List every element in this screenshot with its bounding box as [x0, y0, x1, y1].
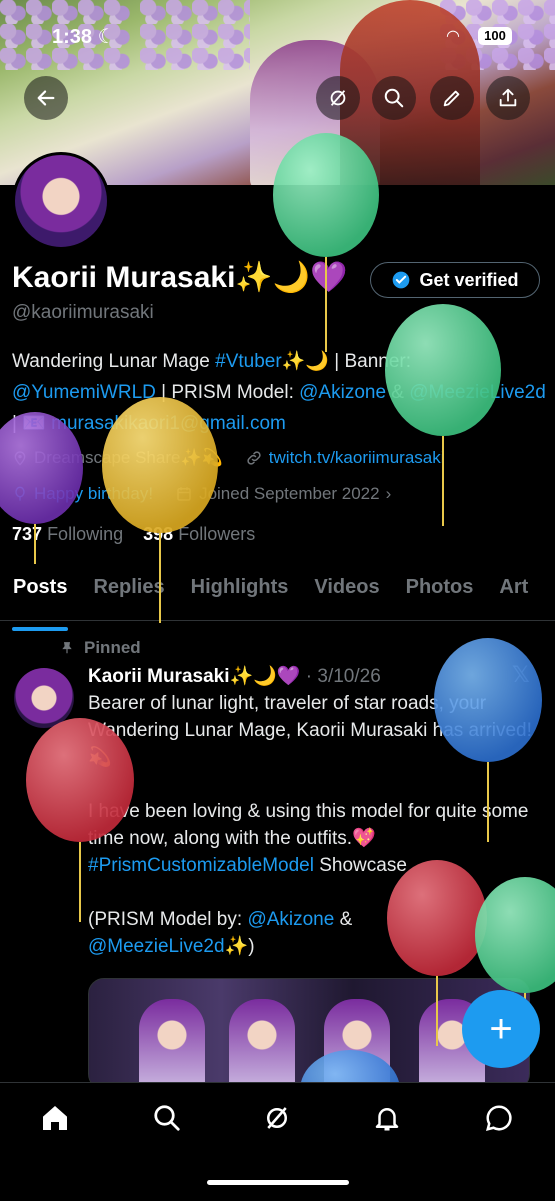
bio-text: | PRISM Model:: [155, 382, 300, 403]
chat-bubble-icon: [485, 1105, 512, 1132]
edit-button[interactable]: [430, 76, 474, 120]
x-logo-icon: 𝕏: [512, 662, 530, 687]
post-text: ✨): [224, 936, 255, 957]
tab-highlights[interactable]: Highlights: [178, 570, 302, 620]
profile-meta-row: Happy birthday! Joined September 2022 ›: [12, 484, 391, 504]
calendar-icon: [177, 487, 191, 501]
post-author-avatar[interactable]: [14, 668, 74, 728]
post-text: Showcase: [313, 855, 407, 876]
post-header: Kaorii Murasaki✨🌙💜 · 3/10/26: [88, 664, 381, 688]
share-button[interactable]: [486, 76, 530, 120]
home-tab[interactable]: [38, 1101, 72, 1135]
home-icon: [43, 1106, 67, 1130]
pin-icon: [62, 642, 72, 654]
balloon-icon: [15, 486, 25, 501]
birthday-text[interactable]: Happy birthday!: [34, 484, 153, 504]
tab-art[interactable]: Art: [486, 570, 541, 620]
profile-bio: Wandering Lunar Mage #Vtuber✨🌙 | Banner:…: [12, 346, 547, 439]
following-link[interactable]: 737 Following: [12, 524, 123, 544]
joined-text: Joined September 2022: [199, 484, 380, 503]
get-verified-button[interactable]: Get verified: [370, 262, 540, 298]
messages-tab[interactable]: [482, 1101, 516, 1135]
tab-photos[interactable]: Photos: [393, 570, 487, 620]
search-tab[interactable]: [150, 1101, 184, 1135]
chevron-right-icon[interactable]: ›: [386, 484, 392, 504]
grok-tab[interactable]: [260, 1101, 294, 1135]
media-character: [139, 999, 205, 1089]
verified-badge-icon: [393, 271, 410, 289]
followers-count: 398: [143, 524, 174, 544]
status-time: 1:38 ☾: [52, 26, 116, 48]
follow-counts: 737 Following 398 Followers: [12, 524, 255, 545]
post-mention-link[interactable]: @Akizone: [247, 909, 334, 930]
post-body[interactable]: Bearer of lunar light, traveler of star …: [88, 690, 538, 960]
media-character: [229, 999, 295, 1089]
bio-mention-link[interactable]: @MeezieLive2d: [409, 382, 546, 403]
post-text: &: [334, 909, 353, 930]
profile-meta-row: Dreamscape Share✨💫 twitch.tv/kaoriimuras…: [12, 448, 445, 468]
pencil-icon: [443, 90, 460, 107]
home-indicator: [207, 1180, 349, 1185]
link-icon: [247, 451, 261, 465]
compose-post-button[interactable]: +: [462, 990, 540, 1068]
post-author-name[interactable]: Kaorii Murasaki✨🌙💜: [88, 666, 300, 687]
bio-text: ✨🌙 | Banner:: [281, 351, 412, 372]
bio-email-link[interactable]: murasakikaori1@gmail.com: [51, 413, 286, 434]
notifications-tab[interactable]: [370, 1101, 404, 1135]
profile-tabs: Posts Replies Highlights Videos Photos A…: [0, 570, 555, 631]
grok-button[interactable]: [316, 76, 360, 120]
website-item[interactable]: twitch.tv/kaoriimurasaki: [245, 448, 445, 468]
following-label: Following: [47, 524, 124, 544]
grok-icon: [267, 1107, 287, 1129]
wisteria-decoration: [140, 0, 250, 70]
bio-text: | 📧: [12, 413, 52, 434]
profile-name: Kaorii Murasaki✨🌙💜: [12, 261, 348, 294]
joined-item: Joined September 2022 ›: [175, 484, 391, 504]
post-hashtag-link[interactable]: #PrismCustomizableModel: [88, 855, 314, 876]
share-icon: [499, 88, 517, 107]
back-button[interactable]: [24, 76, 68, 120]
search-button[interactable]: [372, 76, 416, 120]
followers-link[interactable]: 398 Followers: [143, 524, 255, 544]
post-text: Bearer of lunar light, traveler of star …: [88, 693, 532, 768]
grok-icon: [330, 90, 346, 106]
pinned-text: Pinned: [84, 638, 141, 657]
followers-label: Followers: [178, 524, 256, 544]
bio-hashtag-link[interactable]: #Vtuber: [215, 351, 282, 372]
get-verified-label: Get verified: [419, 269, 519, 290]
tab-posts[interactable]: Posts: [0, 570, 80, 631]
bio-text: Wandering Lunar Mage: [12, 351, 216, 372]
arrow-left-icon: [37, 90, 55, 106]
birthday-item: Happy birthday!: [12, 484, 153, 504]
pinned-label: Pinned: [60, 638, 141, 658]
location-item: Dreamscape Share✨💫: [12, 448, 223, 468]
post-mention-link[interactable]: @MeezieLive2d: [88, 936, 225, 957]
profile-avatar[interactable]: [12, 152, 110, 250]
following-count: 737: [12, 524, 43, 544]
bio-text: &: [386, 382, 410, 403]
wifi-icon: ◠: [446, 28, 460, 45]
media-character: [324, 999, 390, 1089]
bio-mention-link[interactable]: @YumemiWRLD: [12, 382, 156, 403]
bio-mention-link[interactable]: @Akizone: [299, 382, 386, 403]
profile-handle: @kaoriimurasaki: [12, 302, 154, 323]
location-text: Dreamscape Share✨💫: [34, 448, 223, 467]
website-link[interactable]: twitch.tv/kaoriimurasaki: [269, 448, 445, 468]
location-pin-icon: [14, 451, 26, 466]
battery-indicator: 100: [478, 27, 512, 45]
post-date[interactable]: · 3/10/26: [306, 666, 381, 687]
bell-icon: [375, 1108, 399, 1131]
post-text: I have been loving & using this model fo…: [88, 801, 534, 849]
tab-replies[interactable]: Replies: [80, 570, 177, 620]
tab-videos[interactable]: Videos: [301, 570, 392, 620]
post-text: (PRISM Model by:: [88, 909, 248, 930]
search-icon: [154, 1105, 180, 1131]
search-icon: [384, 88, 404, 108]
